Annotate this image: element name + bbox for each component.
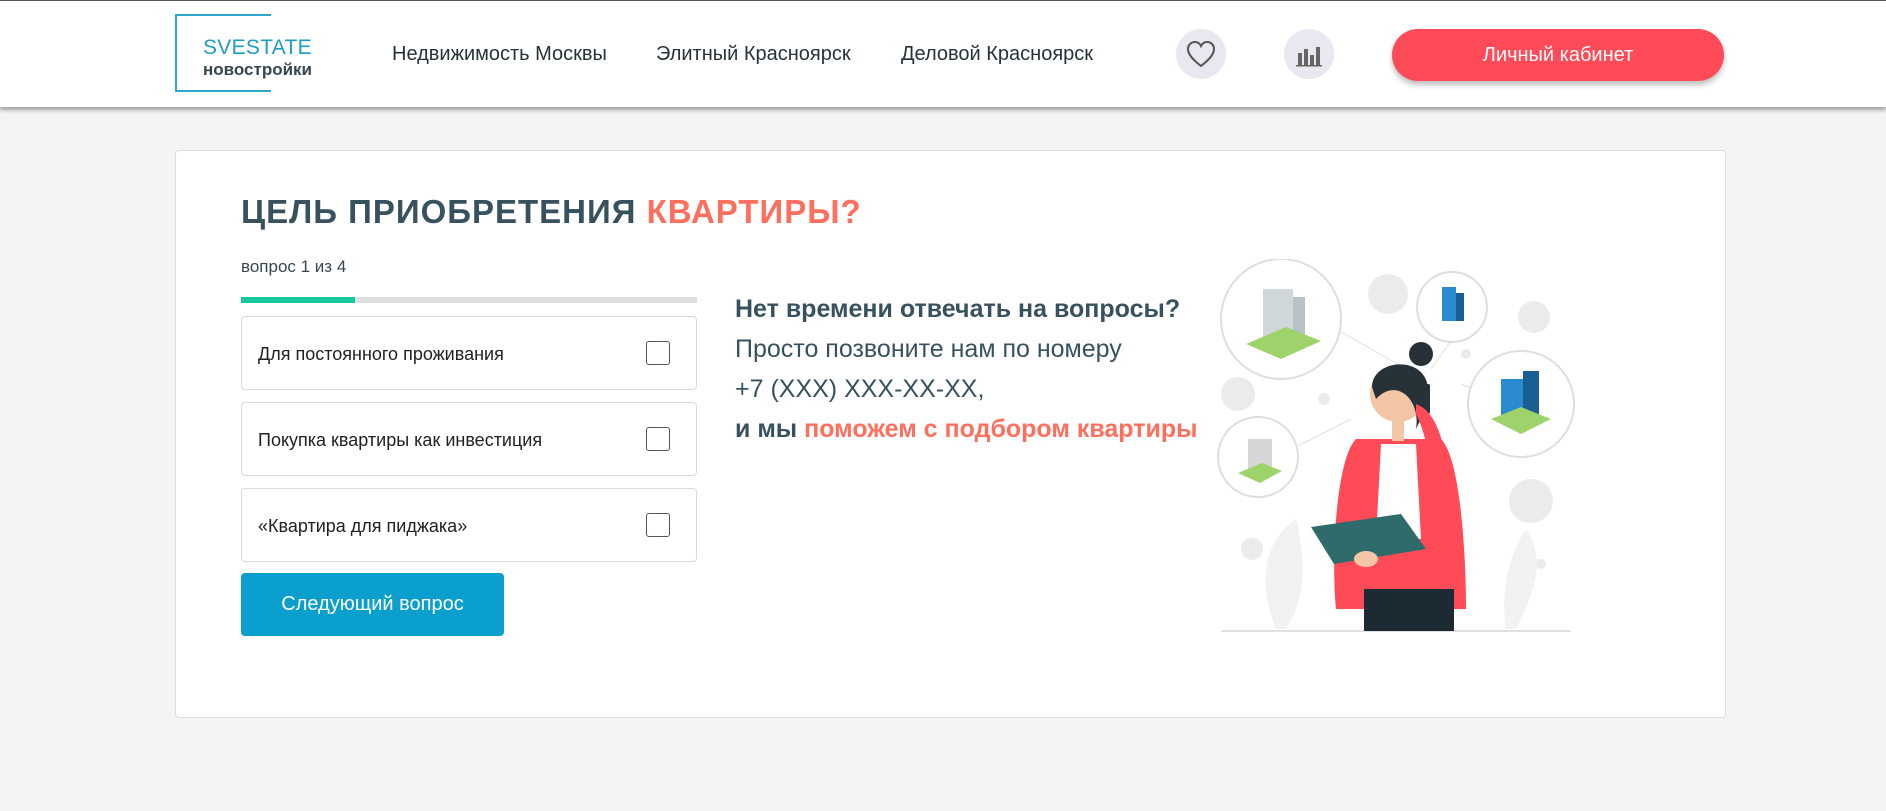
nav-link-business-krasnoyarsk[interactable]: Деловой Красноярск bbox=[901, 43, 1093, 66]
option-label: Для постоянного проживания bbox=[258, 344, 504, 364]
site-header: SVESTATE новостройки Недвижимость Москвы… bbox=[0, 0, 1886, 107]
nav-link-elite-krasnoyarsk[interactable]: Элитный Красноярск bbox=[656, 43, 851, 66]
personal-account-button[interactable]: Личный кабинет bbox=[1392, 29, 1724, 81]
option-jacket-apartment[interactable]: «Квартира для пиджака» bbox=[241, 488, 697, 562]
logo[interactable]: SVESTATE новостройки bbox=[175, 14, 312, 92]
quiz-card: ЦЕЛЬ ПРИОБРЕТЕНИЯ КВАРТИРЫ? вопрос 1 из … bbox=[175, 150, 1726, 718]
info-text: Просто позвоните нам по номеру bbox=[735, 335, 1122, 363]
logo-subtitle: новостройки bbox=[203, 60, 312, 79]
option-checkbox[interactable] bbox=[646, 427, 670, 451]
nav-link-moscow[interactable]: Недвижимость Москвы bbox=[392, 43, 607, 66]
option-label: «Квартира для пиджака» bbox=[258, 516, 468, 536]
logo-brand-text: SVESTATE bbox=[203, 36, 312, 59]
favorites-button[interactable] bbox=[1176, 29, 1226, 79]
quiz-title: ЦЕЛЬ ПРИОБРЕТЕНИЯ КВАРТИРЫ? bbox=[241, 193, 862, 231]
info-closing-start: и мы bbox=[735, 415, 798, 443]
option-investment[interactable]: Покупка квартиры как инвестиция bbox=[241, 402, 697, 476]
compare-button[interactable] bbox=[1284, 29, 1334, 79]
option-label: Покупка квартиры как инвестиция bbox=[258, 430, 543, 450]
option-permanent-residence[interactable]: Для постоянного проживания bbox=[241, 316, 697, 390]
call-us-info: Нет времени отвечать на вопросы? Просто … bbox=[735, 289, 1197, 449]
progress-bar bbox=[241, 297, 697, 303]
option-checkbox[interactable] bbox=[646, 341, 670, 365]
quiz-title-accent: КВАРТИРЫ? bbox=[646, 193, 862, 230]
info-phone: +7 (XXX) XXX-XX-XX, bbox=[735, 375, 985, 403]
heart-icon bbox=[1186, 40, 1216, 68]
option-checkbox[interactable] bbox=[646, 513, 670, 537]
quiz-title-main: ЦЕЛЬ ПРИОБРЕТЕНИЯ bbox=[241, 193, 637, 230]
consultant-illustration bbox=[1217, 259, 1575, 632]
next-question-button[interactable]: Следующий вопрос bbox=[241, 573, 504, 636]
progress-fill bbox=[241, 297, 355, 303]
progress-label: вопрос 1 из 4 bbox=[241, 257, 347, 276]
info-closing-accent: поможем с подбором квартиры bbox=[804, 415, 1198, 443]
bar-chart-icon bbox=[1296, 47, 1322, 67]
info-headline: Нет времени отвечать на вопросы? bbox=[735, 295, 1181, 323]
